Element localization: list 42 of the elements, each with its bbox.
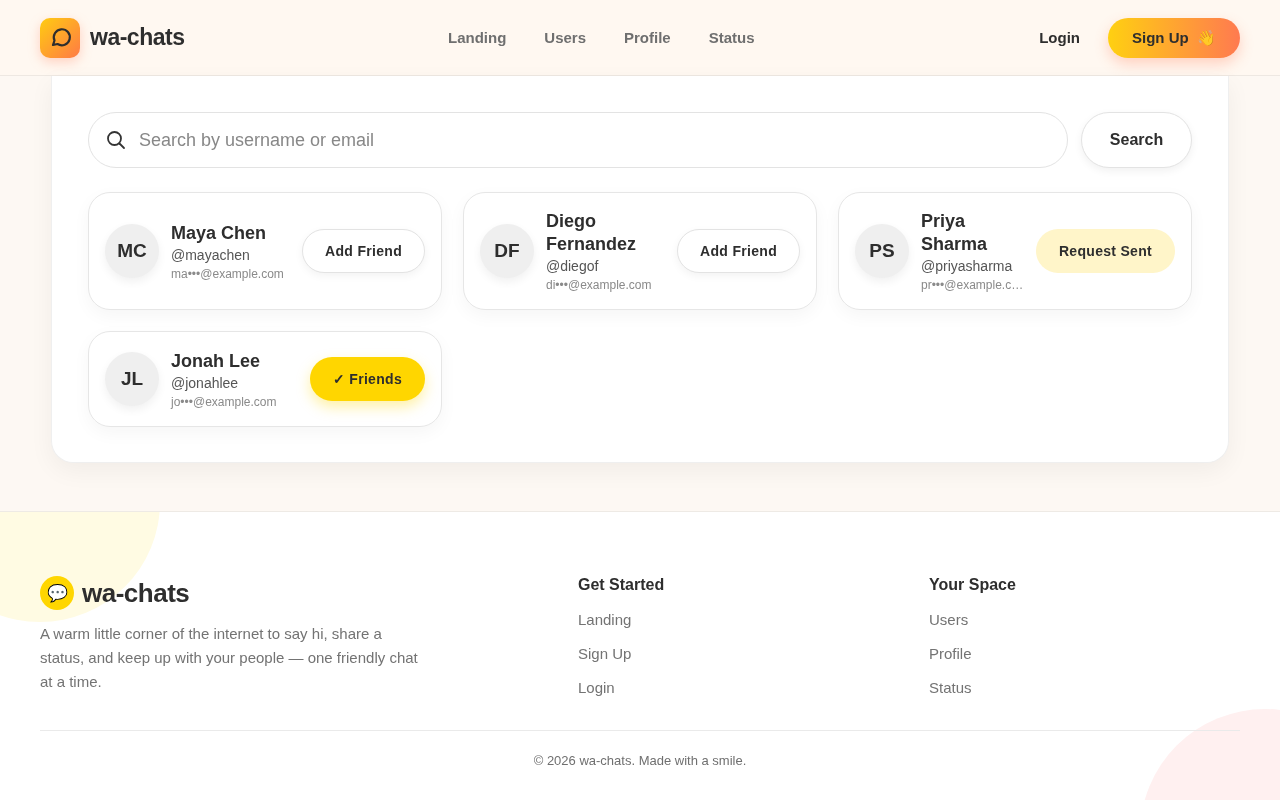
footer-link[interactable]: Login — [578, 679, 929, 696]
tagline: A warm little corner of the internet to say hi, share a status, and keep up with your people — one friendly chat at a time. — [40, 624, 419, 692]
user-handle: @jonahlee — [171, 374, 240, 391]
brand-name: wa-chats — [90, 24, 185, 51]
search-field[interactable]: Search by username or email — [88, 112, 1068, 168]
add-friend-button[interactable]: Add Friend — [302, 229, 425, 273]
add-friend-button[interactable]: Add Friend — [677, 229, 800, 273]
user-name: Maya Chen — [171, 221, 268, 245]
footer-link[interactable]: Status — [929, 679, 1240, 696]
user-name: Diego Fernandez — [546, 210, 638, 256]
user-name: Priya Sharma — [921, 210, 989, 256]
search-button[interactable]: Search — [1081, 112, 1192, 168]
copyright: © 2026 wa-chats. Made with a smile. — [533, 753, 747, 768]
avatar: JL — [105, 352, 159, 406]
avatar: PS — [855, 224, 909, 278]
search-icon — [106, 130, 126, 150]
user-email: ma•••@example.com — [171, 266, 285, 281]
footer-link[interactable]: Profile — [929, 645, 1240, 662]
friends-button[interactable]: ✓ Friends — [309, 357, 425, 401]
user-name: Jonah Lee — [171, 349, 262, 373]
footer-heading: Get Started — [578, 576, 666, 594]
footer-heading: Your Space — [929, 576, 1017, 594]
footer-link[interactable]: Users — [929, 611, 1240, 628]
user-handle: @priyasharma — [921, 258, 1014, 274]
nav-link[interactable]: Status — [708, 29, 755, 46]
nav-link[interactable]: Users — [544, 29, 587, 46]
brand-name: wa-chats — [82, 577, 190, 609]
avatar: MC — [105, 224, 159, 278]
user-handle: @mayachen — [171, 246, 251, 263]
footer-link[interactable]: Landing — [578, 611, 929, 628]
footer-link[interactable]: Sign Up — [578, 645, 929, 662]
login-link[interactable]: Login — [1039, 29, 1080, 46]
user-email: jo•••@example.com — [171, 394, 278, 409]
chat-bubble-logo-icon — [40, 17, 80, 58]
user-email: pr•••@example.c… — [921, 278, 1024, 292]
nav-link[interactable]: Landing — [448, 29, 507, 46]
avatar: DF — [480, 224, 534, 278]
sign-up-button[interactable]: Sign Up 👋 — [1108, 17, 1240, 58]
nav-link[interactable]: Profile — [624, 29, 671, 46]
user-handle: @diegof — [546, 258, 600, 274]
user-email: di•••@example.com — [546, 278, 653, 292]
request-sent-button[interactable]: Request Sent — [1035, 229, 1175, 273]
